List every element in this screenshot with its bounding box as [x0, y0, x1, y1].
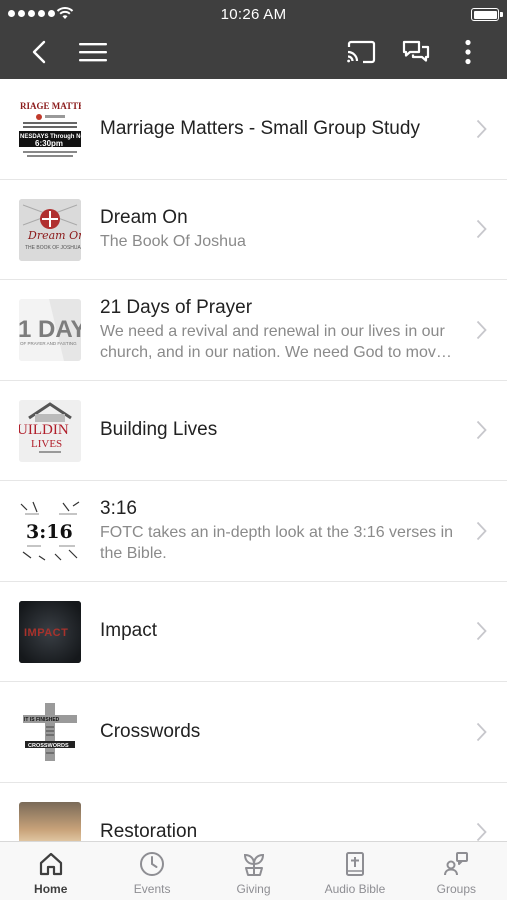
series-thumbnail: UILDIN LIVES — [19, 399, 81, 462]
thumb-title-text: 1 DAY — [19, 316, 81, 343]
tab-groups[interactable]: Groups — [406, 842, 507, 900]
back-arrow-icon — [32, 40, 46, 64]
app-bar: 10:26 AM — [0, 0, 507, 79]
series-thumbnail: 3:16 — [19, 500, 81, 562]
item-title: Marriage Matters - Small Group Study — [100, 117, 420, 139]
tab-giving[interactable]: Giving — [203, 842, 304, 900]
thumb-detail-text: LIVES — [31, 438, 62, 450]
chat-button[interactable] — [397, 32, 435, 72]
app-screen: 10:26 AM RIAGE MATT NESDAYS Through No 6… — [0, 0, 507, 900]
chevron-right-icon — [476, 320, 487, 339]
list-item[interactable]: RIAGE MATTER NESDAYS Through No 6:30pm M… — [0, 79, 507, 180]
chevron-right-icon — [476, 722, 487, 741]
series-thumbnail: IT IS FINISHED CROSSWORDS — [19, 701, 81, 763]
item-subtitle: The Book Of Joshua — [100, 233, 246, 251]
list-item[interactable]: 3:16 3:16 FOTC takes an in-depth look at… — [0, 481, 507, 582]
series-thumbnail: 1 DAY OF PRAYER AND FASTING — [19, 299, 81, 361]
list-item[interactable]: IMPACT Impact — [0, 582, 507, 682]
item-subtitle: We need a revival and renewal in our liv… — [100, 323, 445, 362]
tab-label: Giving — [236, 882, 271, 896]
item-title: Impact — [100, 620, 158, 642]
item-title: Restoration — [100, 821, 198, 841]
thumb-title-text: Dream On — [27, 229, 81, 242]
series-thumbnail: RIAGE MATTER NESDAYS Through No 6:30pm — [19, 98, 81, 160]
groups-icon — [444, 852, 469, 876]
more-options-button[interactable] — [455, 32, 481, 72]
home-icon — [39, 852, 62, 876]
tab-label: Home — [34, 882, 68, 896]
list-item[interactable]: Restoration — [0, 783, 507, 841]
cast-icon — [347, 40, 376, 64]
tab-label: Audio Bible — [324, 882, 386, 896]
item-title: Crosswords — [100, 720, 201, 742]
svg-text:6:30pm: 6:30pm — [35, 139, 63, 148]
bible-icon — [345, 852, 364, 876]
tab-audio-bible[interactable]: Audio Bible — [304, 842, 405, 900]
tab-events[interactable]: Events — [101, 842, 202, 900]
thumb-title-text: RIAGE MATTER — [20, 101, 81, 111]
chevron-right-icon — [476, 220, 487, 239]
item-title: 21 Days of Prayer — [100, 297, 253, 319]
more-vertical-icon — [465, 39, 471, 65]
tab-label: Events — [133, 882, 171, 896]
bottom-tab-bar: Home Events Giving Audio Bible Groups — [0, 841, 507, 900]
cast-button[interactable] — [342, 32, 380, 72]
thumb-title-text: CROSSWORDS — [28, 743, 69, 749]
list-item[interactable]: IT IS FINISHED CROSSWORDS Crosswords — [0, 682, 507, 783]
item-title: Building Lives — [100, 419, 218, 441]
list-item[interactable]: UILDIN LIVES Building Lives — [0, 381, 507, 481]
chevron-right-icon — [476, 622, 487, 641]
thumb-title-text: 3:16 — [26, 521, 73, 543]
thumb-detail-text: OF PRAYER AND FASTING — [20, 341, 77, 346]
list-item[interactable]: Dream On THE BOOK OF JOSHUA Dream On The… — [0, 180, 507, 280]
hamburger-menu-icon — [79, 43, 107, 62]
giving-plant-icon — [243, 853, 264, 876]
series-thumbnail: Dream On THE BOOK OF JOSHUA — [19, 198, 81, 261]
chevron-right-icon — [476, 421, 487, 440]
tab-home[interactable]: Home — [0, 842, 101, 900]
thumb-title-text: UILDIN — [19, 422, 69, 438]
menu-button[interactable] — [76, 32, 110, 72]
series-list: RIAGE MATTER NESDAYS Through No 6:30pm M… — [0, 79, 507, 841]
back-button[interactable] — [22, 32, 56, 72]
list-item[interactable]: 1 DAY OF PRAYER AND FASTING 21 Days of P… — [0, 280, 507, 381]
thumb-title-text: IMPACT — [24, 627, 68, 639]
chevron-right-icon — [476, 521, 487, 540]
series-thumbnail: IMPACT — [19, 600, 81, 663]
clock-icon — [140, 852, 165, 876]
item-title: Dream On — [100, 207, 188, 229]
tab-label: Groups — [436, 882, 476, 896]
status-bar: 10:26 AM — [0, 0, 507, 28]
battery-icon — [471, 8, 503, 21]
item-subtitle: FOTC takes an in-depth look at the 3:16 … — [100, 524, 454, 563]
chat-bubbles-icon — [402, 40, 430, 62]
chevron-right-icon — [476, 119, 487, 138]
series-thumbnail — [19, 801, 81, 841]
status-time: 10:26 AM — [220, 6, 287, 23]
thumb-detail-text: THE BOOK OF JOSHUA — [25, 245, 81, 251]
item-title: 3:16 — [100, 498, 137, 520]
thumb-detail-text: IT IS FINISHED — [24, 717, 60, 723]
chevron-right-icon — [476, 823, 487, 841]
